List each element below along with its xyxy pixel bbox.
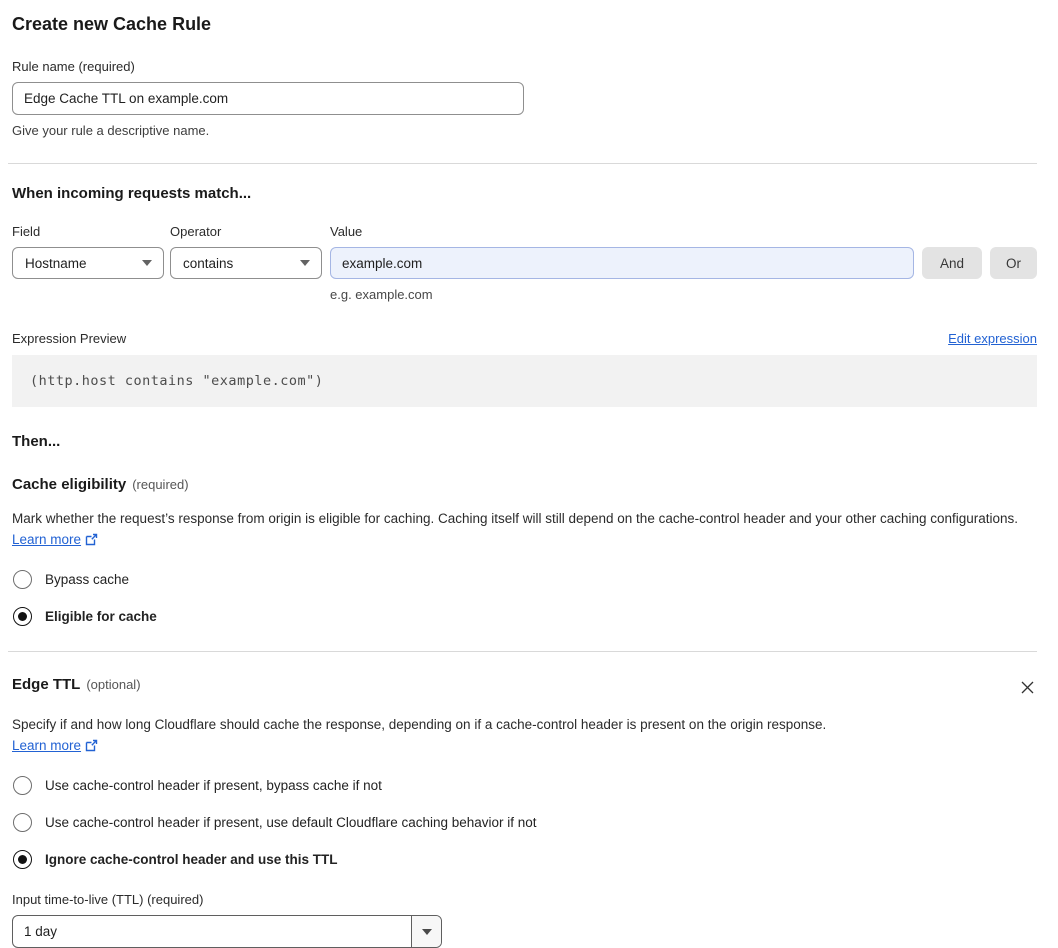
operator-select-value: contains xyxy=(183,255,234,271)
and-button[interactable]: And xyxy=(922,247,982,279)
chevron-down-icon xyxy=(300,260,310,266)
chevron-down-icon[interactable] xyxy=(411,916,441,947)
rule-name-help: Give your rule a descriptive name. xyxy=(12,123,210,138)
chevron-down-icon xyxy=(142,260,152,266)
bypass-cache-option[interactable]: Bypass cache xyxy=(12,570,1037,589)
edge-ttl-header: Edge TTL (optional) xyxy=(12,676,1037,708)
learn-more-link[interactable]: Learn more xyxy=(12,532,81,547)
field-select[interactable]: Hostname xyxy=(12,247,164,279)
ttl-input-label: Input time-to-live (TTL) (required) xyxy=(12,892,204,907)
value-input[interactable] xyxy=(330,247,914,279)
ttl-option-default[interactable]: Use cache-control header if present, use… xyxy=(12,813,1037,832)
edge-ttl-description: Specify if and how long Cloudflare shoul… xyxy=(12,717,827,753)
radio-unchecked-icon[interactable] xyxy=(13,776,32,795)
divider xyxy=(8,163,1037,164)
edge-ttl-heading: Edge TTL (optional) xyxy=(12,676,141,693)
cache-eligibility-heading: Cache eligibility (required) xyxy=(12,476,189,493)
match-condition-row: Hostname contains And Or xyxy=(12,247,1037,279)
expression-code: (http.host contains "example.com") xyxy=(12,355,1037,407)
divider xyxy=(8,651,1037,652)
field-label: Field xyxy=(12,224,41,239)
learn-more-link[interactable]: Learn more xyxy=(12,738,81,753)
operator-label: Operator xyxy=(170,224,222,239)
rule-name-input[interactable] xyxy=(12,82,524,115)
expression-preview-label: Expression Preview xyxy=(12,331,127,346)
match-column-labels: Field Operator Value xyxy=(12,224,1037,239)
expression-preview-row: Expression Preview Edit expression xyxy=(12,331,1037,346)
then-heading: Then... xyxy=(12,433,61,450)
radio-unchecked-icon[interactable] xyxy=(13,570,32,589)
ttl-option-ignore[interactable]: Ignore cache-control header and use this… xyxy=(12,850,1037,869)
field-select-value: Hostname xyxy=(25,255,87,271)
page-title: Create new Cache Rule xyxy=(12,14,212,34)
radio-unchecked-icon[interactable] xyxy=(13,813,32,832)
eligible-for-cache-option[interactable]: Eligible for cache xyxy=(12,607,1037,626)
radio-checked-icon[interactable] xyxy=(13,607,32,626)
cache-eligibility-qualifier: (required) xyxy=(132,477,189,492)
value-help: e.g. example.com xyxy=(330,287,433,302)
ttl-option-bypass[interactable]: Use cache-control header if present, byp… xyxy=(12,776,1037,795)
external-link-icon xyxy=(85,739,98,752)
value-label: Value xyxy=(330,224,363,239)
ttl-select[interactable]: 1 day xyxy=(12,915,442,948)
rule-name-label: Rule name (required) xyxy=(12,59,135,74)
operator-select[interactable]: contains xyxy=(170,247,322,279)
radio-checked-icon[interactable] xyxy=(13,850,32,869)
or-button[interactable]: Or xyxy=(990,247,1037,279)
cache-eligibility-description: Mark whether the request’s response from… xyxy=(12,511,1019,547)
match-section-heading: When incoming requests match... xyxy=(12,185,252,202)
edit-expression-link[interactable]: Edit expression xyxy=(948,331,1037,346)
ttl-select-value: 1 day xyxy=(24,924,58,939)
create-cache-rule-form: Create new Cache Rule Rule name (require… xyxy=(0,0,1058,948)
edge-ttl-qualifier: (optional) xyxy=(86,677,141,692)
close-icon[interactable] xyxy=(1018,678,1037,697)
external-link-icon xyxy=(85,533,98,546)
